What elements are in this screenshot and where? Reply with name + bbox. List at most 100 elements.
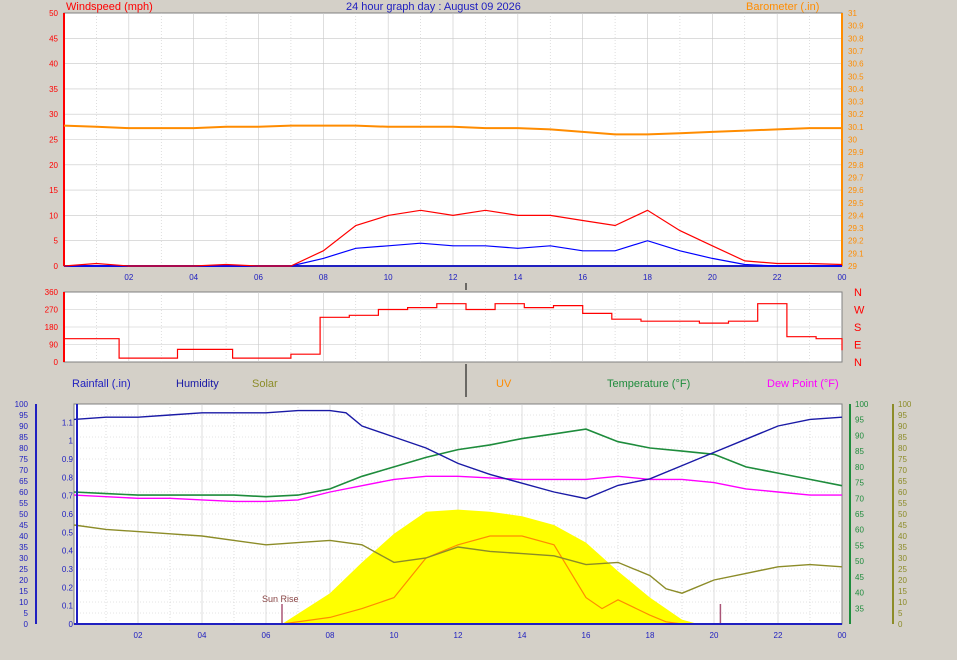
barometer-axis-label: Barometer (.in) — [746, 1, 819, 13]
rainfall-tick-label: 0.1 — [62, 602, 74, 611]
direction-tick-label: 0 — [54, 358, 59, 367]
solar-tick-label: 80 — [898, 444, 907, 453]
compass-tick-label: E — [854, 340, 861, 352]
compass-tick-label: N — [854, 357, 862, 369]
windspeed-tick-label: 5 — [54, 237, 59, 246]
percent-tick-label: 25 — [19, 565, 28, 574]
time-tick-label: 10 — [390, 631, 399, 640]
solar-tick-label: 10 — [898, 598, 907, 607]
rainfall-tick-label: 0.7 — [62, 492, 74, 501]
rainfall-tick-label: 0.9 — [62, 455, 74, 464]
percent-tick-label: 20 — [19, 576, 28, 585]
barometer-tick-label: 29.9 — [848, 148, 864, 157]
barometer-tick-label: 30.8 — [848, 34, 864, 43]
percent-tick-label: 85 — [19, 433, 28, 442]
time-tick-label: 16 — [582, 631, 591, 640]
barometer-tick-label: 29 — [848, 262, 857, 271]
direction-tick-label: 90 — [49, 341, 58, 350]
barometer-tick-label: 29.2 — [848, 237, 864, 246]
temperature-tick-label: 80 — [855, 463, 864, 472]
time-tick-label: 06 — [262, 631, 271, 640]
percent-tick-label: 50 — [19, 510, 28, 519]
windspeed-tick-label: 10 — [49, 211, 58, 220]
percent-tick-label: 35 — [19, 543, 28, 552]
legend-solar: Solar — [252, 378, 278, 390]
windspeed-tick-label: 50 — [49, 9, 58, 18]
time-tick-label: 22 — [774, 631, 783, 640]
time-tick-label: 14 — [513, 273, 522, 282]
direction-tick-label: 270 — [45, 306, 59, 315]
time-tick-label: 04 — [189, 273, 198, 282]
time-tick-label: 20 — [710, 631, 719, 640]
solar-tick-label: 25 — [898, 565, 907, 574]
temperature-tick-label: 40 — [855, 589, 864, 598]
barometer-tick-label: 30.4 — [848, 85, 864, 94]
temperature-tick-label: 50 — [855, 557, 864, 566]
rainfall-tick-label: 0.4 — [62, 547, 74, 556]
solar-tick-label: 45 — [898, 521, 907, 530]
barometer-tick-label: 30.3 — [848, 98, 864, 107]
windspeed-tick-label: 35 — [49, 85, 58, 94]
percent-tick-label: 100 — [15, 400, 29, 409]
barometer-tick-label: 30.2 — [848, 110, 864, 119]
rainfall-tick-label: 0.5 — [62, 528, 74, 537]
weather-graph: 051015202530354045502929.129.229.329.429… — [15, 1, 912, 640]
windspeed-tick-label: 15 — [49, 186, 58, 195]
solar-tick-label: 55 — [898, 499, 907, 508]
windspeed-axis-label: Windspeed (mph) — [66, 1, 153, 13]
solar-tick-label: 85 — [898, 433, 907, 442]
percent-tick-label: 0 — [24, 620, 29, 629]
temperature-tick-label: 45 — [855, 573, 864, 582]
solar-tick-label: 5 — [898, 609, 903, 618]
temperature-tick-label: 95 — [855, 416, 864, 425]
compass-tick-label: N — [854, 287, 862, 299]
barometer-tick-label: 29.1 — [848, 249, 864, 258]
windspeed-tick-label: 30 — [49, 110, 58, 119]
time-tick-label: 00 — [838, 631, 847, 640]
direction-tick-label: 360 — [45, 288, 59, 297]
temperature-tick-label: 70 — [855, 494, 864, 503]
temperature-tick-label: 75 — [855, 479, 864, 488]
solar-tick-label: 50 — [898, 510, 907, 519]
time-tick-label: 12 — [449, 273, 458, 282]
chart-title: 24 hour graph day : August 09 2026 — [346, 1, 521, 13]
barometer-tick-label: 29.3 — [848, 224, 864, 233]
percent-tick-label: 45 — [19, 521, 28, 530]
windspeed-tick-label: 40 — [49, 60, 58, 69]
percent-tick-label: 80 — [19, 444, 28, 453]
legend-temperature: Temperature (°F) — [607, 378, 690, 390]
percent-tick-label: 60 — [19, 488, 28, 497]
temperature-tick-label: 65 — [855, 510, 864, 519]
time-tick-label: 02 — [134, 631, 143, 640]
temperature-tick-label: 60 — [855, 526, 864, 535]
temperature-tick-label: 100 — [855, 400, 869, 409]
temperature-tick-label: 55 — [855, 541, 864, 550]
percent-tick-label: 90 — [19, 422, 28, 431]
barometer-tick-label: 30 — [848, 136, 857, 145]
percent-tick-label: 40 — [19, 532, 28, 541]
barometer-tick-label: 31 — [848, 9, 857, 18]
rainfall-tick-label: 1 — [69, 437, 74, 446]
time-tick-label: 00 — [838, 273, 847, 282]
barometer-tick-label: 29.7 — [848, 173, 864, 182]
barometer-tick-label: 29.8 — [848, 161, 864, 170]
barometer-tick-label: 29.6 — [848, 186, 864, 195]
temperature-tick-label: 35 — [855, 604, 864, 613]
percent-tick-label: 70 — [19, 466, 28, 475]
solar-tick-label: 65 — [898, 477, 907, 486]
rainfall-tick-label: 1.1 — [62, 418, 74, 427]
rainfall-tick-label: 0.6 — [62, 510, 74, 519]
windspeed-tick-label: 20 — [49, 161, 58, 170]
time-tick-label: 18 — [646, 631, 655, 640]
solar-tick-label: 90 — [898, 422, 907, 431]
windspeed-tick-label: 0 — [54, 262, 59, 271]
barometer-tick-label: 29.5 — [848, 199, 864, 208]
time-tick-label: 02 — [124, 273, 133, 282]
solar-tick-label: 60 — [898, 488, 907, 497]
legend-rainfall: Rainfall (.in) — [72, 378, 131, 390]
rainfall-tick-label: 0.2 — [62, 583, 74, 592]
rainfall-tick-label: 0 — [69, 620, 74, 629]
rainfall-tick-label: 0.8 — [62, 473, 74, 482]
percent-tick-label: 95 — [19, 411, 28, 420]
rainfall-tick-label: 0.3 — [62, 565, 74, 574]
